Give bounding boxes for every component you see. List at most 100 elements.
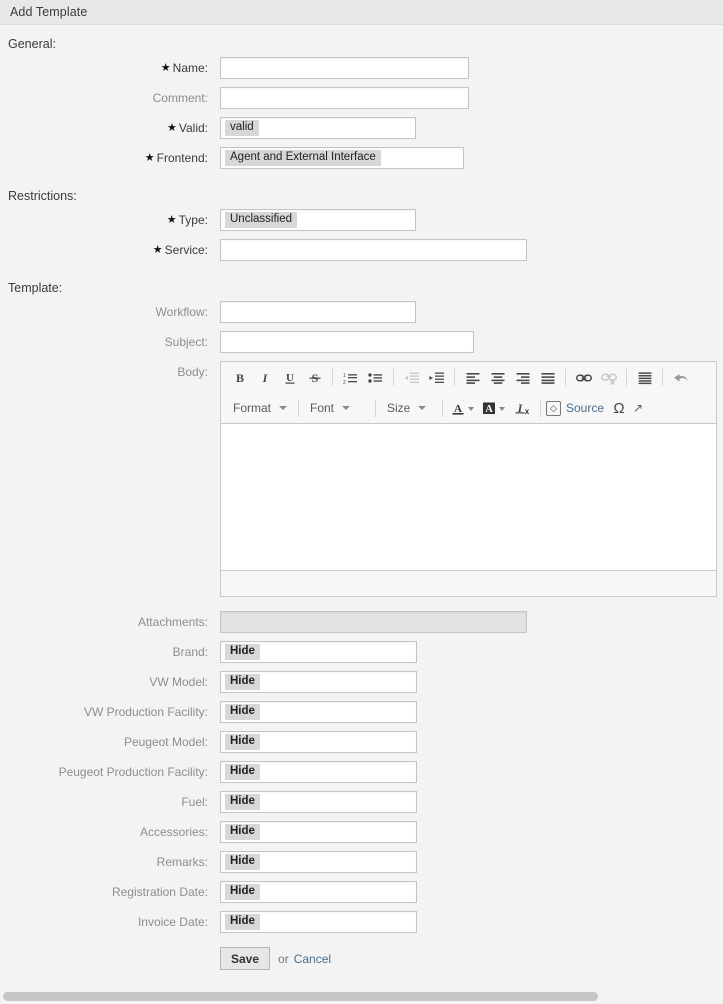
field-row-dynamic: Accessories: Hide [0,821,723,843]
field-row-body: Body: B I U S 1 2 Format Font Size A A I… [0,361,723,597]
field-row-name: ★ Name: [0,57,723,79]
toolbar-separator [442,399,443,417]
undo-icon[interactable] [668,366,693,390]
dynamic-field-select[interactable]: Hide [220,791,417,813]
dynamic-field-select[interactable]: Hide [220,701,417,723]
bold-icon[interactable]: B [227,366,252,390]
section-heading-general: General: [8,37,56,51]
align-left-icon[interactable] [460,366,485,390]
toolbar-separator [393,369,394,386]
service-select[interactable] [220,239,527,261]
field-row-type: ★ Type: Unclassified [0,209,723,231]
unlink-icon[interactable] [596,366,621,390]
field-row-dynamic: Peugeot Production Facility: Hide [0,761,723,783]
editor-status-bar [221,571,716,596]
name-input[interactable] [220,57,469,79]
decrease-indent-icon[interactable] [399,366,424,390]
svg-text:B: B [235,371,243,385]
label-dynamic-field: Registration Date: [111,885,208,899]
valid-select[interactable]: valid [220,117,416,139]
remove-format-icon[interactable]: I x [510,396,535,420]
or-label: or [278,951,289,966]
dynamic-field-value: Hide [225,734,260,750]
align-center-icon[interactable] [485,366,510,390]
dynamic-field-select[interactable]: Hide [220,821,417,843]
cancel-link[interactable]: Cancel [294,952,331,966]
dynamic-field-select[interactable]: Hide [220,911,417,933]
save-button[interactable]: Save [220,947,271,970]
format-dropdown[interactable]: Format [227,397,293,419]
field-row-frontend: ★ Frontend: Agent and External Interface [0,147,723,169]
label-body: Body: [177,365,208,379]
type-select[interactable]: Unclassified [220,209,416,231]
toolbar-separator [332,369,333,386]
background-color-icon[interactable]: A [479,396,510,420]
svg-text:A: A [485,404,493,415]
label-dynamic-field: Peugeot Production Facility: [58,765,208,779]
svg-text:2: 2 [343,380,346,385]
svg-text:1: 1 [343,373,346,379]
svg-text:↗: ↗ [633,401,643,415]
dynamic-field-select[interactable]: Hide [220,731,417,753]
dynamic-field-select[interactable]: Hide [220,641,417,663]
required-star-icon: ★ [160,61,171,74]
dynamic-field-select[interactable]: Hide [220,761,417,783]
field-row-service: ★ Service: [0,239,723,261]
format-dropdown-label: Format [233,401,272,415]
label-dynamic-field: VW Production Facility: [83,705,208,719]
field-row-comment: Comment: [0,87,723,109]
align-right-icon[interactable] [510,366,535,390]
dynamic-field-value: Hide [225,824,260,840]
dynamic-field-select[interactable]: Hide [220,671,417,693]
label-dynamic-field: Brand: [172,645,208,659]
field-row-dynamic: Peugeot Model: Hide [0,731,723,753]
toolbar-separator [540,399,541,417]
valid-selected-value: valid [225,120,259,136]
attachments-input[interactable] [220,611,527,633]
svg-text:U: U [286,372,294,384]
subject-input[interactable] [220,331,474,353]
section-heading-template: Template: [8,281,63,295]
editor-toolbar-row-2: Format Font Size A A I x ◇ Source Ω ↗ [221,393,716,423]
italic-icon[interactable]: I [252,366,277,390]
horizontal-scrollbar[interactable] [0,988,723,1004]
dynamic-field-list: Brand: Hide VW Model: Hide VW Production Fac… [0,641,723,933]
size-dropdown[interactable]: Size [381,397,437,419]
increase-indent-icon[interactable] [424,366,449,390]
special-character-icon[interactable]: Ω [608,396,630,420]
type-selected-value: Unclassified [225,212,297,228]
scrollbar-thumb[interactable] [3,991,598,1001]
label-subject: Subject: [164,335,208,349]
bulleted-list-icon[interactable] [363,366,388,390]
section-heading-restrictions: Restrictions: [8,189,77,203]
toolbar-separator [565,369,566,386]
maximize-icon[interactable]: ↗ [630,396,644,420]
link-icon[interactable] [571,366,596,390]
label-frontend: ★ Frontend: [144,150,208,165]
editor-toolbar-row-1: B I U S 1 2 [221,362,716,393]
source-code-icon: ◇ [546,400,561,416]
comment-input[interactable] [220,87,469,109]
align-justify-icon[interactable] [535,366,560,390]
workflow-input[interactable] [220,301,416,323]
frontend-select[interactable]: Agent and External Interface [220,147,464,169]
dynamic-field-select[interactable]: Hide [220,851,417,873]
required-star-icon: ★ [152,243,163,256]
underline-icon[interactable]: U [277,366,302,390]
svg-text:x: x [524,407,529,416]
field-row-subject: Subject: [0,331,723,353]
source-button[interactable]: ◇ Source [546,397,608,419]
editor-content-area[interactable] [221,423,716,571]
field-row-dynamic: Registration Date: Hide [0,881,723,903]
font-dropdown[interactable]: Font [304,397,370,419]
chevron-down-icon [418,406,427,410]
text-color-icon[interactable]: A [448,396,479,420]
dynamic-field-value: Hide [225,704,260,720]
required-star-icon: ★ [166,213,177,226]
numbered-list-icon[interactable]: 1 2 [338,366,363,390]
strikethrough-icon[interactable]: S [302,366,327,390]
label-dynamic-field: Accessories: [139,825,208,839]
dynamic-field-select[interactable]: Hide [220,881,417,903]
blockquote-icon[interactable] [632,366,657,390]
field-row-dynamic: VW Model: Hide [0,671,723,693]
